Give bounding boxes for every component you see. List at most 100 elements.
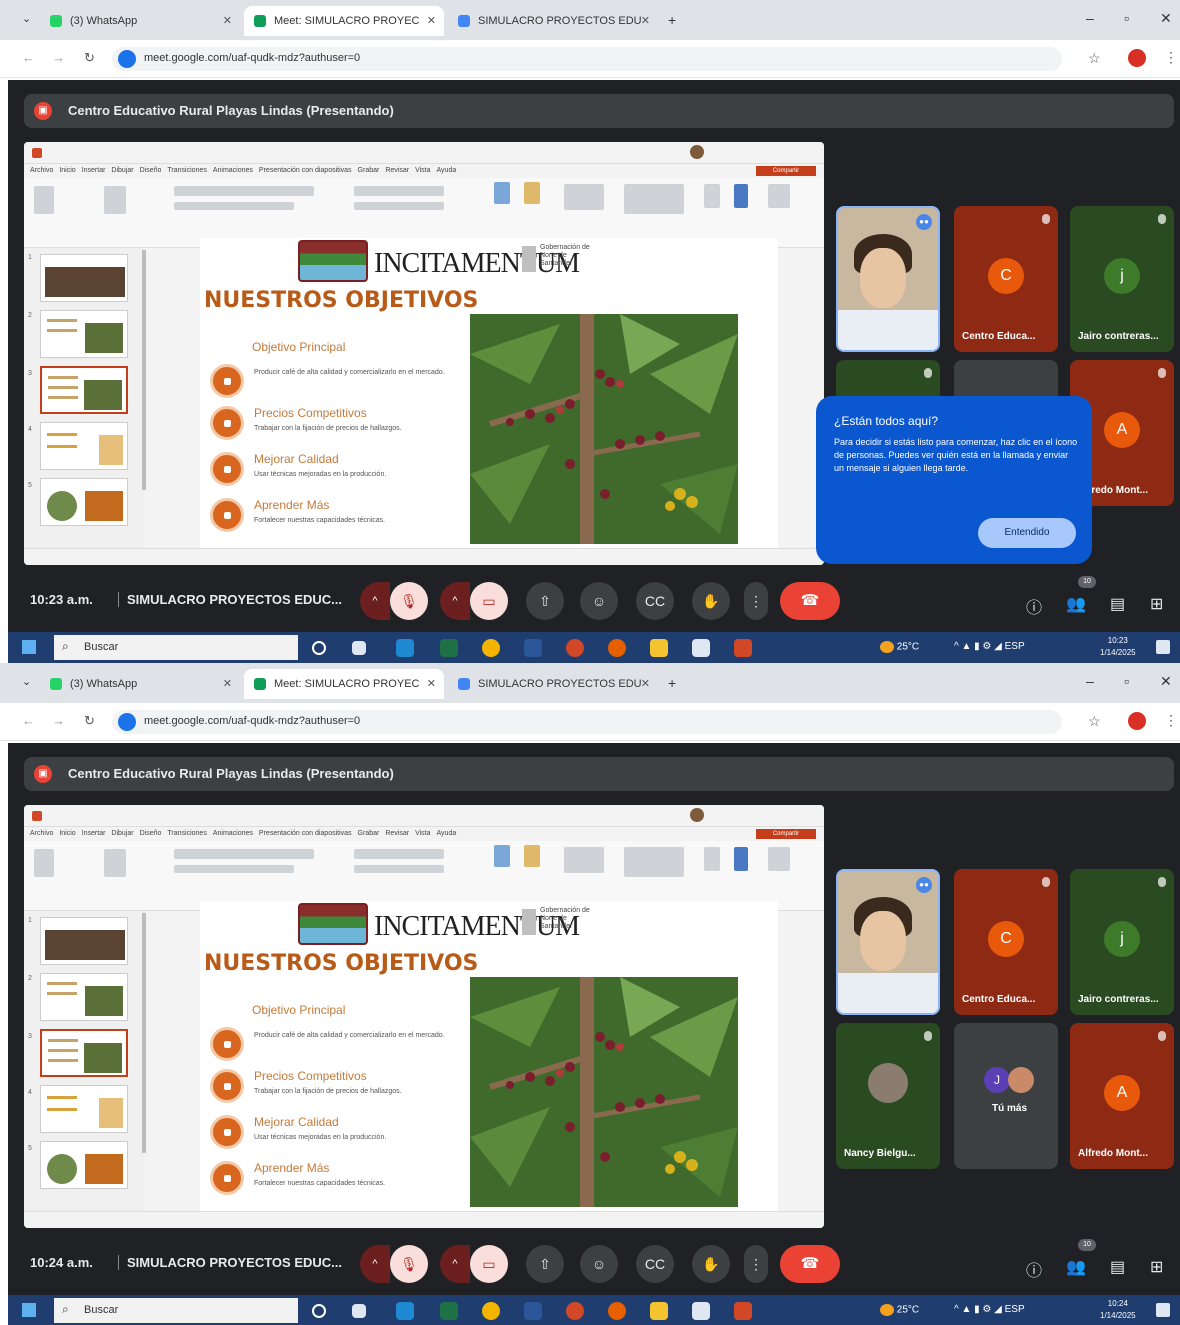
reload-button[interactable]: ↻ (84, 713, 95, 729)
system-tray[interactable]: ^ ▲ ▮ ⚙ ◢ ESP (954, 641, 1025, 652)
star-icon[interactable]: ☆ (1088, 713, 1101, 730)
close-icon[interactable]: ✕ (223, 6, 232, 36)
slide-thumbnail[interactable] (40, 310, 128, 358)
captions-icon[interactable]: CC (636, 582, 674, 620)
participant-tile[interactable]: A Alfredo Mont... (1070, 1023, 1174, 1169)
present-icon[interactable]: ⇧ (526, 582, 564, 620)
participant-tile[interactable]: C Centro Educa... (954, 206, 1058, 352)
task-view-icon[interactable] (352, 1304, 366, 1318)
participant-tile[interactable]: C Centro Educa... (954, 869, 1058, 1015)
task-view-icon[interactable] (352, 641, 366, 655)
excel-icon[interactable] (440, 639, 458, 657)
back-button[interactable]: ← (22, 50, 35, 65)
browser-menu-icon[interactable]: ⋮ (1164, 49, 1178, 66)
slide-thumbnail[interactable] (40, 973, 128, 1021)
thumbnail-scrollbar[interactable] (142, 250, 146, 490)
site-info-icon[interactable] (118, 50, 136, 68)
excel-icon[interactable] (440, 1302, 458, 1320)
camera-off-icon[interactable]: ▭ (470, 582, 508, 620)
new-tab-button[interactable]: + (668, 12, 676, 28)
profile-avatar[interactable] (1128, 49, 1146, 67)
profile-avatar[interactable] (1128, 712, 1146, 730)
audio-options-button[interactable]: ^ (360, 582, 390, 620)
participant-tile-self[interactable]: ●● (836, 869, 940, 1015)
explorer-icon[interactable] (650, 1302, 668, 1320)
camera-off-icon[interactable]: ▭ (470, 1245, 508, 1283)
chat-icon[interactable]: ▤ (1110, 1257, 1125, 1277)
tab-meet[interactable]: Meet: SIMULACRO PROYEC ✕ (244, 6, 444, 36)
notification-icon[interactable] (1156, 640, 1170, 654)
emoji-icon[interactable]: ☺ (580, 582, 618, 620)
info-icon[interactable]: ⓘ (1026, 594, 1042, 618)
star-icon[interactable]: ☆ (1088, 50, 1101, 67)
site-info-icon[interactable] (118, 713, 136, 731)
weather-widget[interactable]: 25°C (880, 641, 919, 653)
powerpoint-icon[interactable] (566, 1302, 584, 1320)
powerpoint-icon[interactable] (734, 639, 752, 657)
powerpoint-icon[interactable] (734, 1302, 752, 1320)
reload-button[interactable]: ↻ (84, 50, 95, 66)
mic-off-icon[interactable]: 🎙 (390, 582, 428, 620)
browser-menu-icon[interactable]: ⋮ (1164, 712, 1178, 729)
taskbar-search[interactable]: ⌕ Buscar (54, 635, 298, 660)
back-button[interactable]: ← (22, 713, 35, 728)
powerpoint-icon[interactable] (566, 639, 584, 657)
activities-icon[interactable]: ⊞ (1150, 594, 1163, 614)
weather-widget[interactable]: 25°C (880, 1304, 919, 1316)
participant-tile[interactable]: Nancy Bielgu... (836, 1023, 940, 1169)
word-icon[interactable] (524, 639, 542, 657)
captions-icon[interactable]: CC (636, 1245, 674, 1283)
slide-thumbnail[interactable] (40, 254, 128, 302)
slide-thumbnail[interactable] (40, 1141, 128, 1189)
window-close-button[interactable]: ✕ (1160, 10, 1172, 27)
explorer-icon[interactable] (650, 639, 668, 657)
thumbnail-scrollbar[interactable] (142, 913, 146, 1153)
tab-search-icon[interactable]: ⌄ (22, 12, 31, 25)
forward-button[interactable]: → (52, 713, 65, 728)
slide-thumbnail[interactable] (40, 1085, 128, 1133)
taskbar-clock[interactable]: 10:24 1/14/2025 (1100, 1298, 1136, 1322)
system-tray[interactable]: ^ ▲ ▮ ⚙ ◢ ESP (954, 1304, 1025, 1315)
maximize-button[interactable]: ▫ (1124, 673, 1129, 689)
hand-icon[interactable]: ✋ (692, 1245, 730, 1283)
mic-off-icon[interactable]: 🎙 (390, 1245, 428, 1283)
slide-thumbnail[interactable] (40, 1029, 128, 1077)
address-bar[interactable]: meet.google.com/uaf-qudk-mdz?authuser=0 (112, 47, 1062, 71)
slide-thumbnail[interactable] (40, 366, 128, 414)
address-bar[interactable]: meet.google.com/uaf-qudk-mdz?authuser=0 (112, 710, 1062, 734)
video-options-button[interactable]: ^ (440, 582, 470, 620)
taskbar-search[interactable]: ⌕ Buscar (54, 1298, 298, 1323)
windows-icon[interactable] (22, 640, 36, 654)
more-icon[interactable]: ⋮ (744, 582, 768, 620)
emoji-icon[interactable]: ☺ (580, 1245, 618, 1283)
edge-icon[interactable] (396, 1302, 414, 1320)
close-icon[interactable]: ✕ (641, 669, 650, 699)
end-call-icon[interactable]: ☎ (780, 582, 840, 620)
new-tab-button[interactable]: + (668, 675, 676, 691)
present-icon[interactable]: ⇧ (526, 1245, 564, 1283)
notification-icon[interactable] (1156, 1303, 1170, 1317)
close-icon[interactable]: ✕ (427, 669, 436, 699)
tab-slides[interactable]: SIMULACRO PROYECTOS EDU ✕ (448, 6, 658, 36)
chat-icon[interactable]: ▤ (1110, 594, 1125, 614)
video-options-button[interactable]: ^ (440, 1245, 470, 1283)
edge-icon[interactable] (396, 639, 414, 657)
hand-icon[interactable]: ✋ (692, 582, 730, 620)
activities-icon[interactable]: ⊞ (1150, 1257, 1163, 1277)
app-icon[interactable] (692, 1302, 710, 1320)
got-it-button[interactable]: Entendido (978, 518, 1076, 548)
slide-thumbnail[interactable] (40, 422, 128, 470)
chrome-icon[interactable] (482, 1302, 500, 1320)
chrome-icon[interactable] (482, 639, 500, 657)
tab-search-icon[interactable]: ⌄ (22, 675, 31, 688)
participant-tile[interactable]: J Tú más (954, 1023, 1058, 1169)
forward-button[interactable]: → (52, 50, 65, 65)
end-call-icon[interactable]: ☎ (780, 1245, 840, 1283)
taskbar-clock[interactable]: 10:23 1/14/2025 (1100, 635, 1136, 659)
people-icon[interactable]: 👥 (1066, 1257, 1086, 1277)
close-icon[interactable]: ✕ (641, 6, 650, 36)
cortana-icon[interactable] (312, 641, 326, 655)
participant-tile-self[interactable]: ●● (836, 206, 940, 352)
more-icon[interactable]: ⋮ (744, 1245, 768, 1283)
info-icon[interactable]: ⓘ (1026, 1257, 1042, 1281)
